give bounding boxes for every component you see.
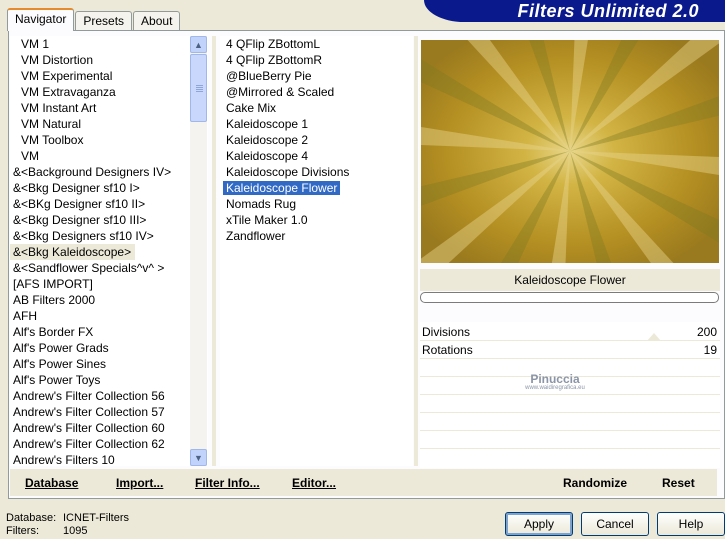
category-item[interactable]: VM Toolbox: [10, 132, 208, 148]
parameter-panel: Divisions 200 Rotations 19: [420, 322, 720, 468]
category-item[interactable]: AFH: [10, 308, 208, 324]
reset-button[interactable]: Reset: [662, 476, 695, 490]
database-value: ICNET-Filters: [63, 512, 129, 524]
filter-item[interactable]: @BlueBerry Pie: [220, 68, 413, 84]
category-item[interactable]: VM Extravaganza: [10, 84, 208, 100]
filters-count: 1095: [63, 525, 88, 537]
param-label: Divisions: [422, 325, 471, 339]
category-item[interactable]: &<Sandflower Specials^v^ >: [10, 260, 208, 276]
category-item[interactable]: Andrew's Filter Collection 56: [10, 388, 208, 404]
category-item[interactable]: &<Bkg Designer sf10 III>: [10, 212, 208, 228]
filter-item[interactable]: Kaleidoscope Flower: [220, 180, 413, 196]
tab-presets[interactable]: Presets: [75, 11, 133, 31]
category-item[interactable]: Andrew's Filter Collection 62: [10, 436, 208, 452]
category-item[interactable]: &<Bkg Designer sf10 I>: [10, 180, 208, 196]
category-item[interactable]: VM Natural: [10, 116, 208, 132]
filter-item-label: Kaleidoscope Flower: [223, 181, 341, 195]
progress-bar: [420, 292, 719, 303]
database-button[interactable]: Database: [25, 476, 78, 490]
category-item[interactable]: Andrew's Filter Collection 60: [10, 420, 208, 436]
help-button[interactable]: Help: [657, 512, 725, 536]
category-item[interactable]: VM Distortion: [10, 52, 208, 68]
preview-image: [421, 40, 719, 263]
tab-navigator[interactable]: Navigator: [7, 8, 75, 31]
slider-marker-icon: [647, 333, 661, 341]
filter-item[interactable]: Zandflower: [220, 228, 413, 244]
category-item[interactable]: Alf's Power Sines: [10, 356, 208, 372]
watermark-title: Pinuccia: [530, 372, 580, 386]
pane-divider[interactable]: [212, 36, 216, 466]
filter-item[interactable]: Kaleidoscope 2: [220, 132, 413, 148]
filter-item[interactable]: 4 QFlip ZBottomR: [220, 52, 413, 68]
scroll-down-icon[interactable]: ▼: [190, 449, 207, 466]
filter-item-label: 4 QFlip ZBottomR: [226, 53, 323, 67]
category-scrollbar[interactable]: ▲ ▼: [190, 36, 207, 466]
param-divisions[interactable]: Divisions 200: [420, 323, 720, 341]
filter-item[interactable]: Kaleidoscope 4: [220, 148, 413, 164]
category-item[interactable]: Alf's Power Toys: [10, 372, 208, 388]
param-value: 200: [696, 325, 717, 339]
filter-item[interactable]: xTile Maker 1.0: [220, 212, 413, 228]
title-banner: Filters Unlimited 2.0: [424, 0, 725, 22]
tab-about[interactable]: About: [133, 11, 181, 31]
category-item[interactable]: VM: [10, 148, 208, 164]
category-item[interactable]: Andrew's Filter Collection 57: [10, 404, 208, 420]
filter-item-label: Kaleidoscope 2: [226, 133, 309, 147]
import-button[interactable]: Import...: [116, 476, 163, 490]
filter-item-label: Kaleidoscope Divisions: [226, 165, 350, 179]
kaleidoscope-preview: [421, 40, 719, 263]
filter-item[interactable]: 4 QFlip ZBottomL: [220, 36, 413, 52]
category-item[interactable]: VM Instant Art: [10, 100, 208, 116]
param-rotations[interactable]: Rotations 19: [420, 341, 720, 359]
category-item[interactable]: &<Background Designers IV>: [10, 164, 208, 180]
database-label: Database:: [6, 512, 57, 524]
filter-list[interactable]: 4 QFlip ZBottomL 4 QFlip ZBottomR @BlueBer…: [220, 36, 413, 466]
scroll-thumb[interactable]: [190, 54, 207, 122]
param-value: 19: [703, 343, 717, 357]
tab-bar: Navigator Presets About: [7, 8, 181, 31]
category-item[interactable]: &<Bkg Kaleidoscope>: [10, 244, 136, 260]
filter-item[interactable]: Kaleidoscope Divisions: [220, 164, 413, 180]
filter-item-label: Nomads Rug: [226, 197, 297, 211]
filter-item-label: Kaleidoscope 4: [226, 149, 309, 163]
filter-info-button[interactable]: Filter Info...: [195, 476, 260, 490]
param-label: Rotations: [422, 343, 473, 357]
bottom-toolbar: Database Import... Filter Info... Editor…: [10, 469, 717, 496]
filter-item-label: 4 QFlip ZBottomL: [226, 37, 321, 51]
filter-item[interactable]: @Mirrored & Scaled: [220, 84, 413, 100]
filter-title: Kaleidoscope Flower: [420, 269, 720, 291]
app-title: Filters Unlimited 2.0: [517, 1, 699, 21]
editor-button[interactable]: Editor...: [292, 476, 336, 490]
watermark-url: www.waidiregrafica.eu: [525, 385, 585, 391]
filter-item[interactable]: Kaleidoscope 1: [220, 116, 413, 132]
category-item[interactable]: Andrew's Filters 10: [10, 452, 208, 466]
filter-item[interactable]: Nomads Rug: [220, 196, 413, 212]
category-item[interactable]: Alf's Border FX: [10, 324, 208, 340]
category-item[interactable]: AB Filters 2000: [10, 292, 208, 308]
category-item[interactable]: Alf's Power Grads: [10, 340, 208, 356]
category-item[interactable]: &<Bkg Designers sf10 IV>: [10, 228, 208, 244]
cancel-button[interactable]: Cancel: [581, 512, 649, 536]
category-list[interactable]: VM 1 VM Distortion VM Experimental VM Extra…: [10, 36, 208, 466]
apply-button[interactable]: Apply: [505, 512, 573, 536]
category-item[interactable]: &<BKg Designer sf10 II>: [10, 196, 208, 212]
pane-divider[interactable]: [414, 36, 418, 466]
watermark: Pinuccia www.waidiregrafica.eu: [500, 372, 610, 391]
filter-item-label: xTile Maker 1.0: [226, 213, 308, 227]
filter-item[interactable]: Cake Mix: [220, 100, 413, 116]
filter-item-label: Kaleidoscope 1: [226, 117, 309, 131]
category-item[interactable]: VM Experimental: [10, 68, 208, 84]
filter-item-label: Zandflower: [226, 229, 286, 243]
filter-item-label: @Mirrored & Scaled: [226, 85, 335, 99]
filter-item-label: @BlueBerry Pie: [226, 69, 312, 83]
category-item[interactable]: [AFS IMPORT]: [10, 276, 208, 292]
category-item[interactable]: VM 1: [10, 36, 208, 52]
randomize-button[interactable]: Randomize: [563, 476, 627, 490]
scroll-up-icon[interactable]: ▲: [190, 36, 207, 53]
filters-label: Filters:: [6, 525, 39, 537]
filter-item-label: Cake Mix: [226, 101, 277, 115]
